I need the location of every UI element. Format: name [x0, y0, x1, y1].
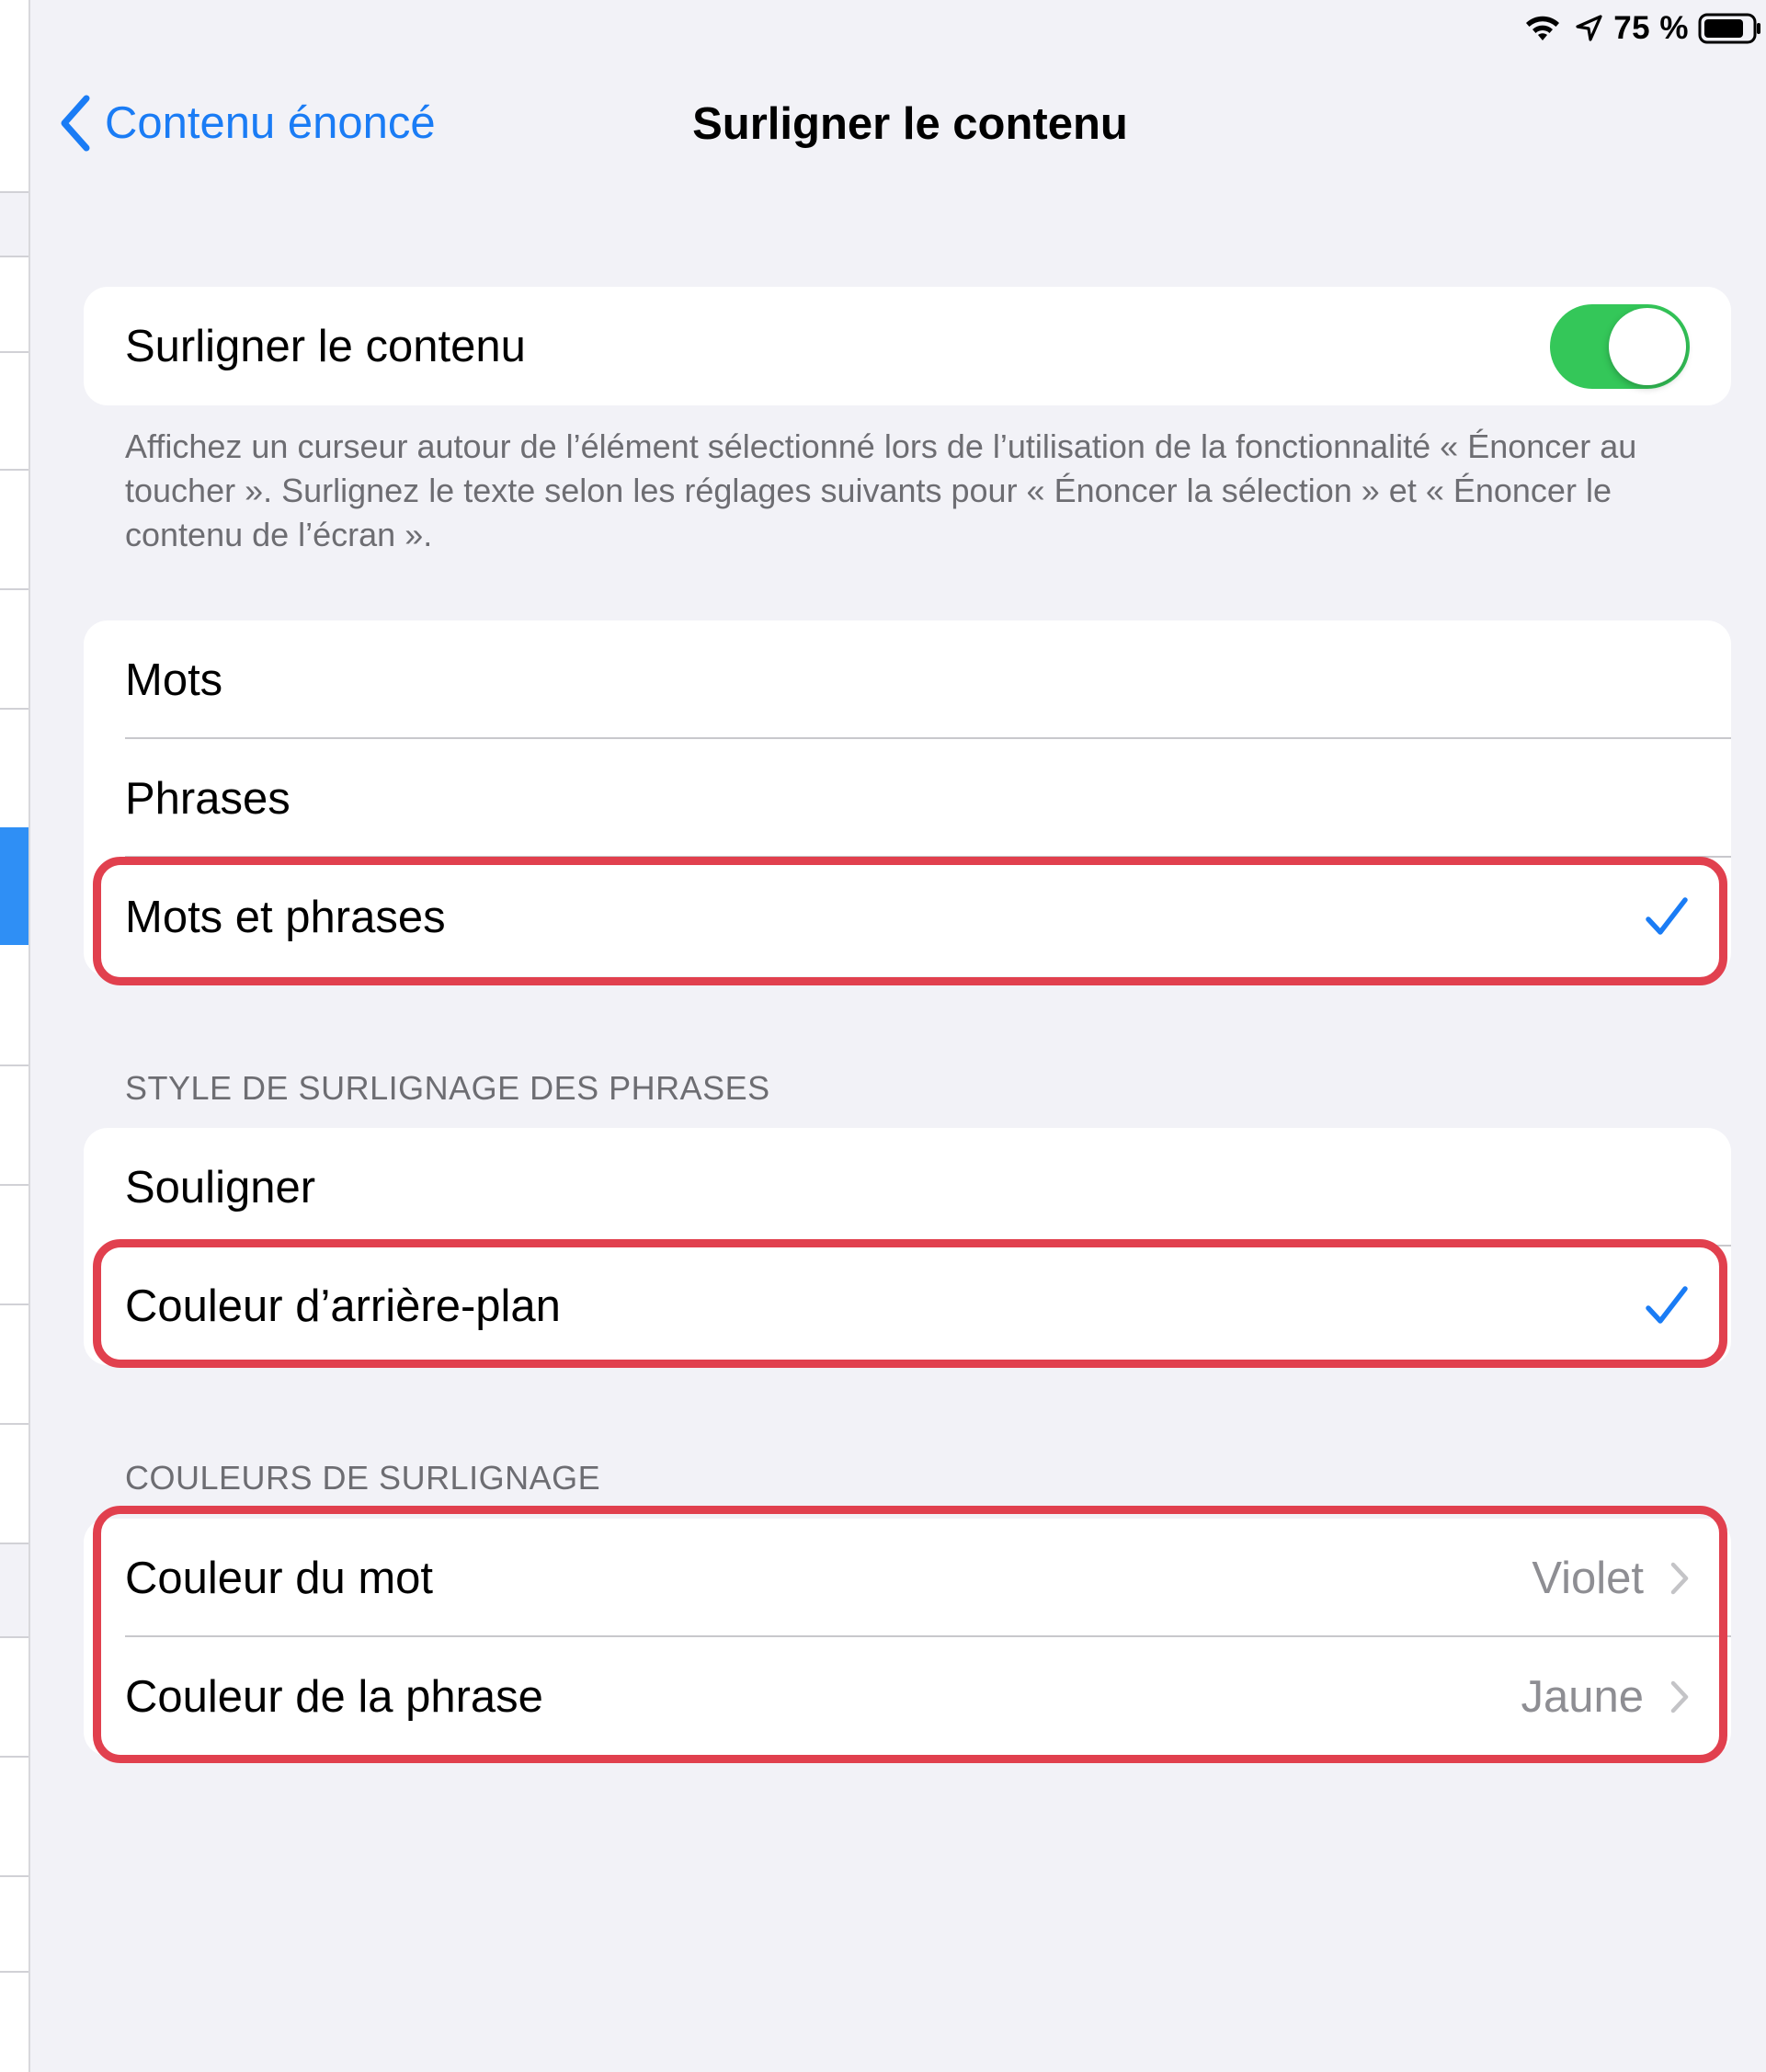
sidebar-edge — [0, 0, 30, 2072]
sidebar-divider — [0, 708, 28, 710]
settings-page: 75 % Contenu énoncé Surligner le contenu… — [0, 0, 1766, 2072]
sentence-color-value: Jaune — [1521, 1671, 1644, 1722]
toggle-group: Surligner le contenu — [84, 287, 1731, 405]
sidebar-divider — [0, 351, 28, 353]
highlight-description: Affichez un curseur autour de l’élément … — [125, 427, 1637, 553]
sentence-color-row[interactable]: Couleur de la phrase Jaune — [84, 1637, 1731, 1756]
back-button-label: Contenu énoncé — [105, 98, 436, 148]
option-label: Phrases — [125, 773, 291, 824]
highlight-content-row: Surligner le contenu — [84, 287, 1731, 405]
option-label: Mots — [125, 655, 223, 705]
sentence-style-group: Souligner Couleur d’arrière-plan — [84, 1128, 1731, 1365]
page-title: Surligner le contenu — [692, 99, 1128, 149]
sidebar-gap — [0, 193, 28, 256]
checkmark-icon — [1644, 894, 1690, 940]
option-words-and-sentences[interactable]: Mots et phrases — [84, 858, 1731, 976]
highlight-content-label: Surligner le contenu — [125, 321, 526, 371]
checkmark-icon — [1644, 1283, 1690, 1329]
option-background-color[interactable]: Couleur d’arrière-plan — [84, 1247, 1731, 1365]
sidebar-divider — [0, 1875, 28, 1877]
wifi-icon — [1521, 13, 1564, 44]
sidebar-divider — [0, 588, 28, 590]
sidebar-divider — [0, 1971, 28, 1973]
option-label: Mots et phrases — [125, 892, 446, 942]
status-bar: 75 % — [1521, 7, 1766, 50]
sidebar-divider — [0, 1064, 28, 1066]
chevron-right-icon — [1669, 1679, 1690, 1714]
sidebar-divider — [0, 1543, 28, 1544]
sentence-style-header: STYLE DE SURLIGNAGE DES PHRASES — [125, 1069, 770, 1107]
back-button[interactable]: Contenu énoncé — [59, 90, 436, 156]
sidebar-divider — [0, 1184, 28, 1186]
highlight-mode-group: Mots Phrases Mots et phrases — [84, 620, 1731, 976]
option-underline[interactable]: Souligner — [84, 1128, 1731, 1247]
sidebar-divider — [0, 1304, 28, 1305]
battery-percentage: 75 % — [1613, 10, 1689, 46]
sidebar-divider — [0, 1636, 28, 1638]
option-sentences[interactable]: Phrases — [84, 739, 1731, 858]
sidebar-divider — [0, 1423, 28, 1425]
option-label: Couleur d’arrière-plan — [125, 1281, 561, 1331]
sidebar-divider — [0, 469, 28, 471]
highlight-colors-group: Couleur du mot Violet Couleur de la phra… — [84, 1519, 1731, 1756]
sentence-color-label: Couleur de la phrase — [125, 1671, 543, 1722]
sidebar-selected-item[interactable] — [0, 827, 28, 945]
battery-icon — [1698, 12, 1762, 45]
highlight-colors-header: COULEURS DE SURLIGNAGE — [125, 1459, 601, 1497]
word-color-row[interactable]: Couleur du mot Violet — [84, 1519, 1731, 1637]
word-color-label: Couleur du mot — [125, 1553, 434, 1603]
location-arrow-icon — [1573, 13, 1604, 44]
word-color-value: Violet — [1532, 1553, 1644, 1603]
toggle-knob — [1609, 307, 1686, 385]
sidebar-gap — [0, 1543, 28, 1636]
sidebar-divider — [0, 1756, 28, 1758]
option-label: Souligner — [125, 1162, 316, 1212]
chevron-right-icon — [1669, 1561, 1690, 1596]
option-words[interactable]: Mots — [84, 620, 1731, 739]
sidebar-divider — [0, 256, 28, 257]
chevron-left-icon — [61, 95, 90, 152]
highlight-content-toggle[interactable] — [1550, 303, 1690, 389]
